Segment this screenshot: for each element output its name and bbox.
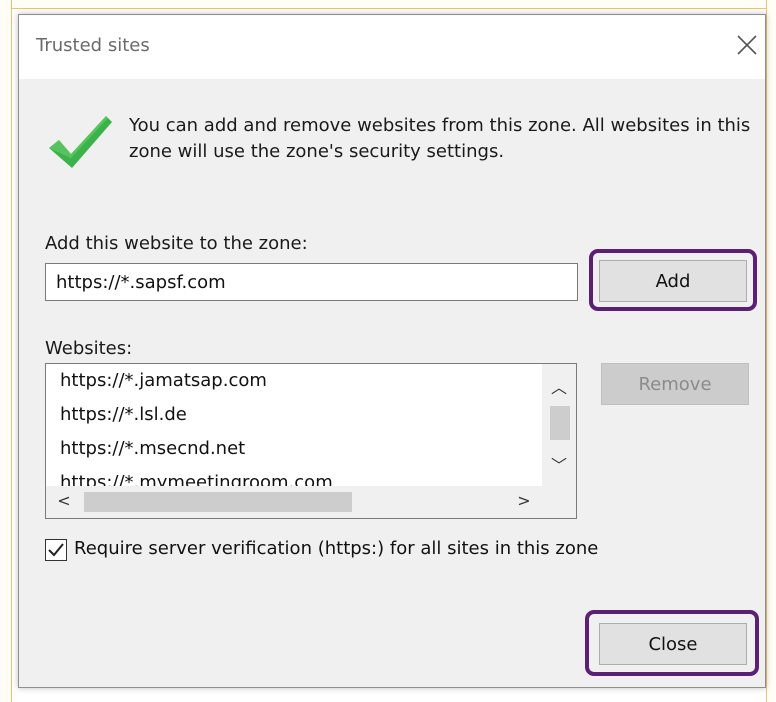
require-https-label: Require server verification (https:) for…: [74, 538, 599, 559]
backdrop-edge-top: [0, 0, 776, 9]
page: Trusted sites You can add and remove web…: [0, 0, 776, 702]
intro-text: You can add and remove websites from thi…: [129, 115, 751, 162]
green-checkmark-icon: [46, 110, 114, 172]
website-url-input[interactable]: [45, 263, 578, 301]
require-https-checkbox[interactable]: [45, 539, 67, 561]
vertical-scroll-thumb[interactable]: [550, 406, 570, 440]
list-item[interactable]: https://*.msecnd.net: [60, 438, 245, 459]
title-bar: Trusted sites: [19, 15, 765, 79]
chevron-down-icon[interactable]: ﹀: [542, 452, 576, 476]
chevron-left-icon[interactable]: <: [50, 491, 78, 510]
vertical-scrollbar[interactable]: ︿ ﹀: [542, 364, 576, 486]
add-button-highlight: [589, 249, 757, 311]
remove-button[interactable]: Remove: [601, 363, 749, 405]
add-website-label: Add this website to the zone:: [45, 233, 308, 254]
chevron-right-icon[interactable]: >: [510, 491, 538, 510]
dialog-title: Trusted sites: [36, 35, 150, 56]
backdrop-edge-right: [766, 0, 776, 702]
list-item[interactable]: https://*.lsl.de: [60, 404, 187, 425]
horizontal-scrollbar[interactable]: < >: [46, 486, 576, 518]
chevron-up-icon[interactable]: ︿: [542, 374, 576, 398]
websites-list[interactable]: https://*.jamatsap.com https://*.lsl.de …: [45, 363, 577, 519]
list-item[interactable]: https://*.jamatsap.com: [60, 370, 267, 391]
close-icon[interactable]: [733, 31, 761, 59]
websites-label: Websites:: [45, 338, 133, 359]
backdrop-edge-left: [0, 0, 12, 702]
trusted-sites-dialog: Trusted sites You can add and remove web…: [18, 14, 766, 688]
close-button-highlight: [585, 610, 759, 676]
horizontal-scroll-thumb[interactable]: [84, 492, 352, 512]
